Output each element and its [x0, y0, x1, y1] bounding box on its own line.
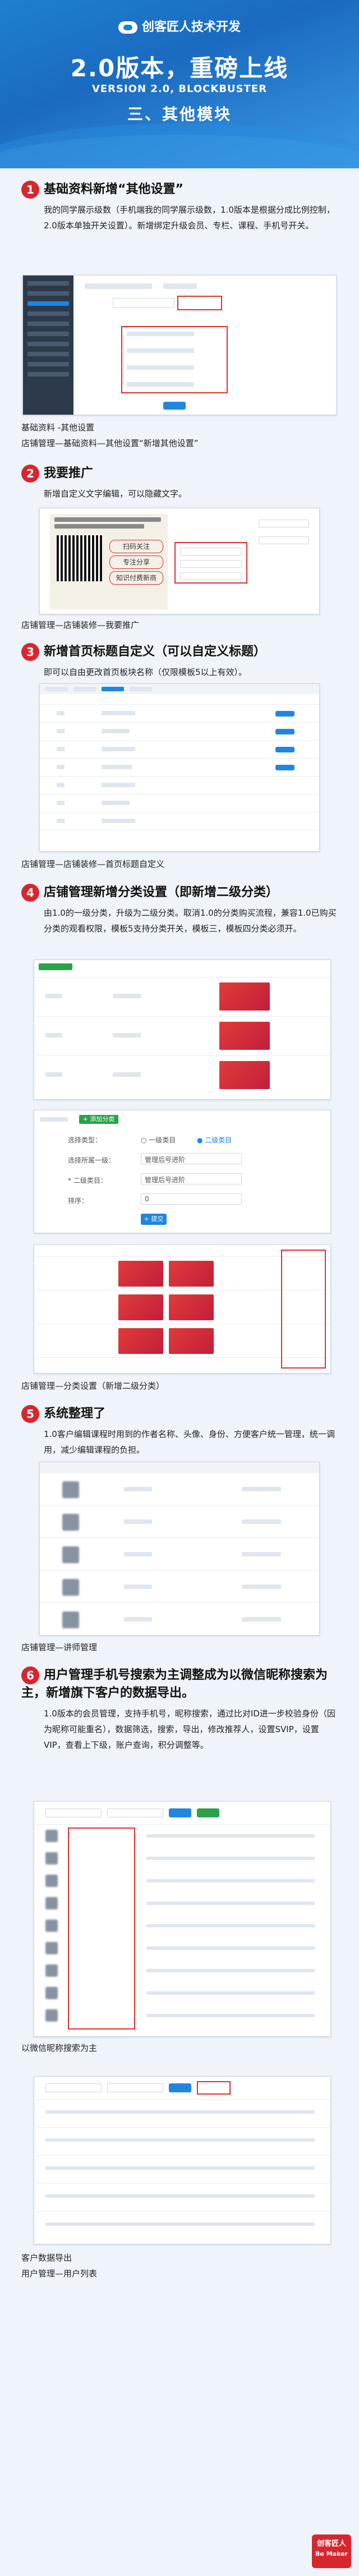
- section-title: 系统整理了: [44, 1407, 106, 1421]
- section-5: 5 系统整理了 1.0客户编辑课程时用到的作者名称、头像、身份、方便客户统一管理，…: [21, 1405, 338, 1458]
- caption: 店铺管理—店铺装修—我要推广: [21, 620, 140, 630]
- footer-logo-line: 创客匠人: [316, 2540, 346, 2548]
- section-number: 3: [21, 643, 39, 661]
- caption: 店铺管理—讲师管理: [21, 1642, 98, 1652]
- export-button[interactable]: [197, 1808, 219, 1817]
- course-thumbnail: [219, 982, 270, 1011]
- poster-preview: 扫码关注 专注分享 知识付费新商: [50, 514, 168, 609]
- caption: 客户数据导出: [21, 2253, 72, 2263]
- avatar: [62, 1481, 79, 1498]
- page-subtitle: VERSION 2.0, BLOCKBUSTER: [91, 83, 268, 95]
- section-number: 5: [21, 1405, 39, 1423]
- avatar: [45, 1987, 58, 1999]
- poster-text: 知识付费新商: [109, 571, 163, 585]
- search-button[interactable]: [169, 1808, 191, 1817]
- submit-button[interactable]: + 提交: [141, 1214, 167, 1225]
- section-4: 4 店铺管理新增分类设置（即新增二级分类） 由1.0的一级分类，升级为二级分类。取…: [21, 884, 338, 936]
- section-2: 2 我要推广 新增自定义文字编辑，可以隐藏文字。: [21, 465, 338, 502]
- form-label: * 二级类目：: [68, 1177, 107, 1184]
- section-desc: 新增自定义文字编辑，可以隐藏文字。: [44, 489, 187, 499]
- avatar: [45, 1875, 58, 1887]
- add-category-tab[interactable]: + 添加分类: [79, 1115, 118, 1124]
- avatar: [62, 1579, 79, 1596]
- screenshot-user-list: [34, 1801, 331, 2037]
- section-number: 4: [21, 884, 39, 902]
- avatar: [45, 1852, 58, 1865]
- course-thumbnail: [169, 1328, 214, 1354]
- avatar: [45, 2009, 58, 2022]
- header-banner: 创客匠人技术开发 2.0版本，重磅上线 VERSION 2.0, BLOCKBU…: [0, 0, 359, 168]
- avatar: [62, 1546, 79, 1563]
- cloud-logo-icon: [118, 21, 137, 34]
- screenshot-homepage-titles: [39, 683, 320, 852]
- course-thumbnail: [169, 1294, 214, 1320]
- section-6: 6 用户管理手机号搜索为主调整成为以微信昵称搜索为主，新增旗下客户的数据导出。 1…: [21, 1666, 338, 1753]
- screenshot-promote: 扫码关注 专注分享 知识付费新商: [39, 508, 320, 614]
- poster-text: 专注分享: [109, 555, 163, 569]
- form-label: 选择所属一级：: [68, 1156, 116, 1164]
- section-title: 用户管理手机号搜索为主调整成为以微信昵称搜索为主，新增旗下客户的数据导出。: [21, 1668, 328, 1700]
- caption: 店铺管理—店铺装修—首页标题自定义: [21, 859, 165, 869]
- header-wave: [0, 123, 359, 168]
- section-number: 6: [21, 1666, 39, 1684]
- sort-input[interactable]: 0: [141, 1193, 242, 1205]
- caption: 基础资料 -其他设置: [21, 423, 95, 433]
- section-desc: 即可以自由更改首页板块名称（仅限模板5以上有效）。: [44, 667, 247, 677]
- brand: 创客匠人技术开发: [0, 17, 359, 35]
- name-input[interactable]: 管理后号进阶: [141, 1173, 242, 1184]
- qr-code-icon: [57, 535, 103, 581]
- footer-logo-line: Be Maker: [315, 2550, 348, 2557]
- footer-logo: 创客匠人 Be Maker: [312, 2534, 351, 2568]
- form-label: 排序：: [68, 1197, 89, 1205]
- course-thumbnail: [219, 1061, 270, 1089]
- avatar: [45, 1897, 58, 1909]
- caption: 店铺管理—分类设置（新增二级分类）: [21, 1381, 165, 1391]
- screenshot-other-settings: [22, 275, 337, 415]
- screenshot-category-list: [34, 959, 331, 1100]
- course-thumbnail: [169, 1261, 214, 1287]
- caption: 以微信昵称搜索为主: [21, 2043, 98, 2053]
- avatar: [45, 1920, 58, 1932]
- avatar: [62, 1611, 79, 1628]
- radio-option[interactable]: ● 二级类目: [197, 1135, 232, 1145]
- section-desc: 1.0版本的会员管理，支持手机号，昵称搜索，通过比对ID进一步校验身份（因为昵称…: [44, 1709, 335, 1750]
- search-button[interactable]: [169, 2083, 191, 2092]
- section-title: 店铺管理新增分类设置（即新增二级分类）: [44, 885, 279, 899]
- avatar: [45, 1964, 58, 1977]
- section-desc: 我的同学展示级数（手机端我的同学展示级数，1.0版本是根据分成比例控制，2.0版…: [44, 205, 335, 231]
- section-1: 1 基础资料新增“其他设置” 我的同学展示级数（手机端我的同学展示级数，1.0版本…: [21, 181, 338, 233]
- avatar: [62, 1514, 79, 1531]
- course-thumbnail: [118, 1294, 163, 1320]
- save-button[interactable]: [163, 402, 186, 410]
- section-title: 基础资料新增“其他设置”: [44, 182, 183, 196]
- caption: 用户管理—用户列表: [21, 2269, 98, 2279]
- section-number: 2: [21, 465, 39, 483]
- parent-select[interactable]: 管理后号进阶: [141, 1153, 242, 1164]
- form-label: 选择类型：: [68, 1136, 102, 1144]
- screenshot-lecturer-list: [39, 1462, 320, 1636]
- avatar: [45, 1942, 58, 1954]
- section-3: 3 新增首页标题自定义（可以自定义标题） 即可以自由更改首页板块名称（仅限模板5以…: [21, 643, 338, 680]
- page-title: 2.0版本，重磅上线: [70, 54, 289, 82]
- brand-name: 创客匠人技术开发: [141, 20, 241, 34]
- section-title: 我要推广: [44, 466, 94, 480]
- admin-sidebar: [23, 275, 73, 415]
- avatar: [45, 1830, 58, 1842]
- section-desc: 由1.0的一级分类，升级为二级分类。取消1.0的分类购买流程，兼容1.0已购买分…: [44, 908, 337, 934]
- screenshot-user-export: [34, 2076, 331, 2244]
- section-title: 新增首页标题自定义（可以自定义标题）: [44, 645, 266, 659]
- caption: 店铺管理—基础资料—其他设置“新增其他设置”: [21, 438, 199, 448]
- section-heading: 三、其他模块: [127, 105, 232, 123]
- section-number: 1: [21, 181, 39, 199]
- section-desc: 1.0客户编辑课程时用到的作者名称、头像、身份、方便客户统一管理，统一调用，减少…: [44, 1429, 335, 1455]
- screenshot-category-form: + 添加分类 选择类型： ○ 一级类目 ● 二级类目 选择所属一级： 管理后号进…: [34, 1110, 331, 1233]
- course-thumbnail: [118, 1261, 163, 1287]
- radio-option[interactable]: ○ 一级类目: [141, 1135, 176, 1145]
- course-thumbnail: [118, 1328, 163, 1354]
- course-thumbnail: [219, 1022, 270, 1050]
- page: 创客匠人技术开发 2.0版本，重磅上线 VERSION 2.0, BLOCKBU…: [0, 0, 359, 2576]
- poster-text: 扫码关注: [109, 540, 163, 553]
- screenshot-category-list-2: [34, 1245, 331, 1374]
